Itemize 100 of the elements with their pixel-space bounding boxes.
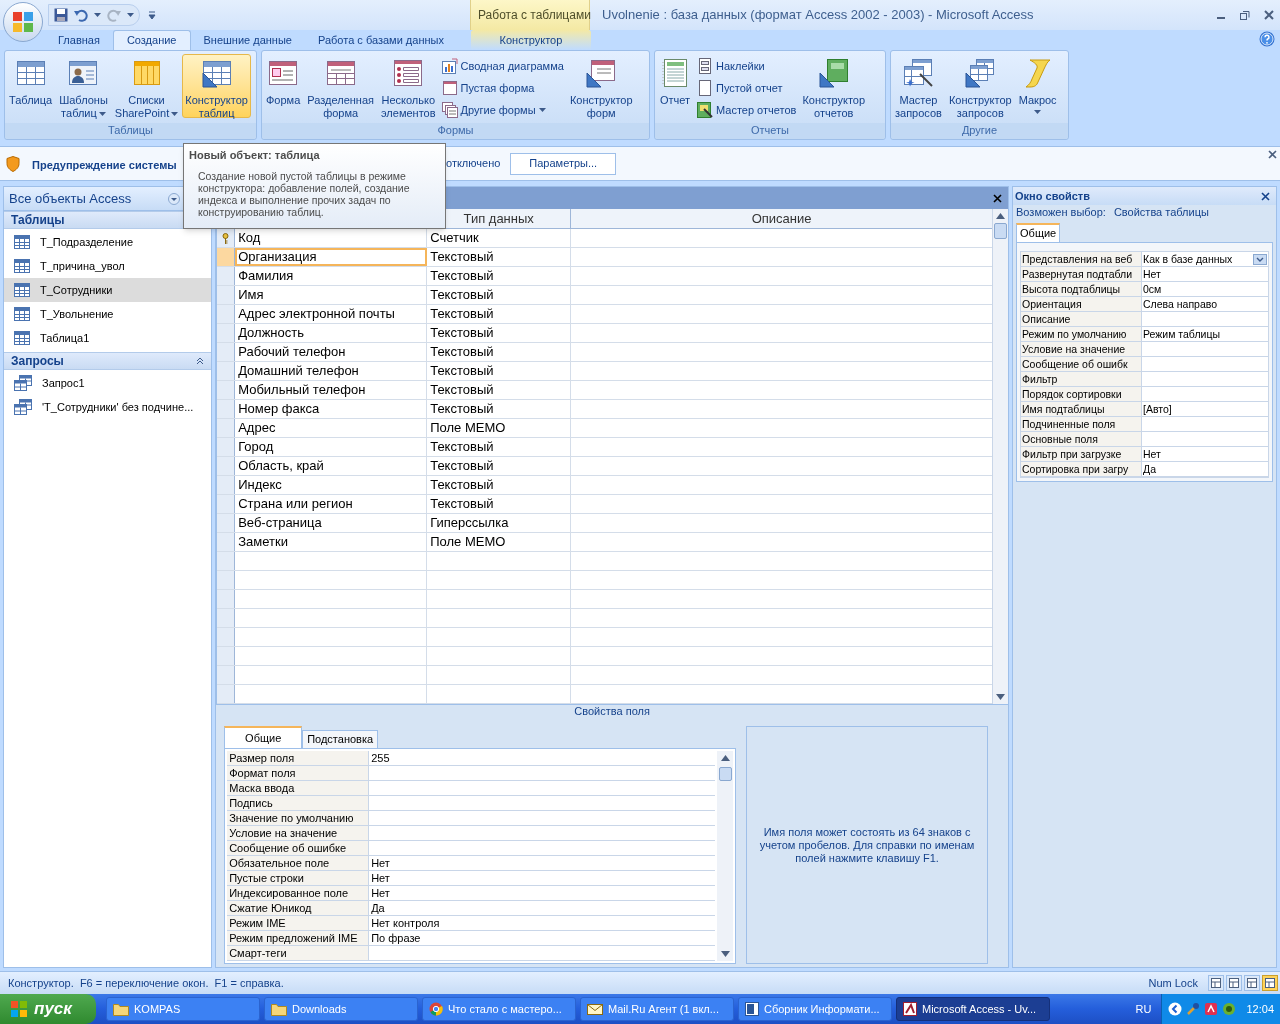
- data-type-cell[interactable]: Гиперссылка: [427, 514, 572, 532]
- nav-item[interactable]: Т_Подразделение: [4, 230, 212, 254]
- data-type-cell[interactable]: Текстовый: [427, 438, 572, 456]
- options-button[interactable]: Параметры...: [510, 152, 617, 175]
- nav-item[interactable]: Т_Сотрудники: [4, 278, 212, 302]
- ribbon-tab[interactable]: Главная: [45, 30, 113, 50]
- field-name-cell[interactable]: Организация: [235, 248, 428, 266]
- property-name: Режим предложений IME: [227, 931, 370, 945]
- property-name: Режим IME: [227, 916, 370, 930]
- field-name-cell[interactable]: Город: [235, 438, 428, 456]
- field-name-cell[interactable]: Должность: [235, 324, 428, 342]
- data-type-cell[interactable]: Текстовый: [427, 324, 572, 342]
- taskbar-button[interactable]: Сборник Информати...: [738, 997, 892, 1021]
- taskbar-button[interactable]: Что стало с мастеро...: [422, 997, 576, 1021]
- warning-status: отключено: [446, 156, 501, 172]
- nav-item[interactable]: Таблица1: [4, 326, 212, 350]
- data-type-cell[interactable]: Текстовый: [427, 286, 572, 304]
- section-header[interactable]: Запросы: [4, 352, 212, 370]
- property-name: Сообщение об ошибк: [1021, 357, 1143, 371]
- data-type-cell[interactable]: Поле MEMO: [427, 533, 572, 551]
- field-name-cell[interactable]: Рабочий телефон: [235, 343, 428, 361]
- tab[interactable]: Подстановка: [302, 730, 379, 748]
- field-name-cell[interactable]: Веб-страница: [235, 514, 428, 532]
- nav-item[interactable]: Т_причина_увол: [4, 254, 212, 278]
- property-value[interactable]: Режим таблицы: [1142, 327, 1268, 341]
- taskbar-button[interactable]: KOMPAS: [106, 997, 260, 1021]
- data-type-cell[interactable]: Текстовый: [427, 305, 572, 323]
- property-value[interactable]: Нет: [369, 856, 716, 870]
- taskbar-button[interactable]: Downloads: [264, 997, 418, 1021]
- taskbar-button[interactable]: Mail.Ru Агент (1 вкл...: [580, 997, 734, 1021]
- field-name-cell[interactable]: Индекс: [235, 476, 428, 494]
- ribbon-button[interactable]: Пустая форма: [441, 79, 564, 97]
- property-value[interactable]: Нет контроля: [369, 916, 716, 930]
- property-value[interactable]: Да: [369, 901, 716, 915]
- property-value[interactable]: Нет: [1142, 267, 1268, 281]
- property-name: Размер поля: [227, 751, 370, 765]
- group-label: Другие: [891, 123, 1068, 139]
- start-button[interactable]: пуск: [0, 994, 96, 1024]
- property-name: Ориентация: [1021, 297, 1143, 311]
- field-name-cell[interactable]: Страна или регион: [235, 495, 428, 513]
- ribbon-button[interactable]: Конструктор отчетов: [799, 54, 869, 118]
- field-name-cell[interactable]: Имя: [235, 286, 428, 304]
- data-type-cell[interactable]: Текстовый: [427, 362, 572, 380]
- ribbon-button[interactable]: Несколько элементов: [378, 54, 439, 118]
- tab[interactable]: Общие: [1016, 223, 1061, 242]
- ribbon-button[interactable]: Отчет: [656, 54, 694, 118]
- property-value[interactable]: Нет: [369, 871, 716, 885]
- data-type-cell[interactable]: Текстовый: [427, 381, 572, 399]
- property-name: Индексированное поле: [227, 886, 370, 900]
- ribbon-tab[interactable]: Работа с базами данных: [304, 30, 457, 50]
- property-value[interactable]: По фразе: [369, 931, 716, 945]
- field-name-cell[interactable]: Заметки: [235, 533, 428, 551]
- field-name-cell[interactable]: Область, край: [235, 457, 428, 475]
- ribbon-button[interactable]: Шаблоны таблиц: [56, 54, 111, 118]
- tab[interactable]: Общие: [224, 726, 303, 748]
- data-type-cell[interactable]: Текстовый: [427, 248, 572, 266]
- ribbon-button[interactable]: Форма: [263, 54, 304, 118]
- property-value[interactable]: Слева направо: [1142, 297, 1268, 311]
- ribbon-button[interactable]: Конструктор форм: [566, 54, 636, 118]
- nav-item[interactable]: Т_Увольнение: [4, 302, 212, 326]
- ribbon-button[interactable]: Пустой отчет: [697, 79, 797, 97]
- property-value[interactable]: [Авто]: [1142, 402, 1268, 416]
- property-value[interactable]: Как в базе данных: [1142, 252, 1268, 266]
- nav-item[interactable]: 'Т_Сотрудники' без подчине...: [4, 395, 212, 419]
- ribbon-button[interactable]: Наклейки: [697, 57, 797, 75]
- ribbon-button[interactable]: Другие формы: [441, 101, 564, 119]
- field-name-cell[interactable]: Адрес: [235, 419, 428, 437]
- property-name: Подчиненные поля: [1021, 417, 1143, 431]
- property-value[interactable]: Нет: [1142, 447, 1268, 461]
- ribbon-tab[interactable]: Внешние данные: [190, 30, 305, 50]
- field-name-cell[interactable]: Номер факса: [235, 400, 428, 418]
- ribbon-button[interactable]: Мастер запросов: [892, 54, 945, 118]
- property-name: Высота подтаблицы: [1021, 282, 1143, 296]
- property-value[interactable]: 255: [369, 751, 716, 765]
- data-type-cell[interactable]: Текстовый: [427, 400, 572, 418]
- ribbon-tab[interactable]: Создание: [112, 30, 191, 50]
- field-name-cell[interactable]: Мобильный телефон: [235, 381, 428, 399]
- data-type-cell[interactable]: Текстовый: [427, 495, 572, 513]
- property-value[interactable]: 0см: [1142, 282, 1268, 296]
- ribbon-button[interactable]: Сводная диаграмма: [441, 57, 564, 75]
- nav-item[interactable]: Запрос1: [4, 371, 212, 395]
- ribbon-button[interactable]: Списки SharePoint: [111, 54, 182, 118]
- field-name-cell[interactable]: Адрес электронной почты: [235, 305, 428, 323]
- data-type-cell[interactable]: Текстовый: [427, 476, 572, 494]
- taskbar-button[interactable]: Microsoft Access - Uv...: [896, 997, 1050, 1021]
- data-type-cell[interactable]: Текстовый: [427, 267, 572, 285]
- ribbon-button[interactable]: Разделенная форма: [304, 54, 377, 118]
- field-name-cell[interactable]: Домашний телефон: [235, 362, 428, 380]
- field-name-cell[interactable]: Фамилия: [235, 267, 428, 285]
- ribbon-button[interactable]: Мастер отчетов: [697, 101, 797, 119]
- property-value[interactable]: Да: [1142, 462, 1268, 476]
- data-type-cell[interactable]: Текстовый: [427, 343, 572, 361]
- property-value[interactable]: Нет: [369, 886, 716, 900]
- ribbon-button[interactable]: Таблица: [6, 54, 56, 118]
- ribbon-button[interactable]: Макрос: [1015, 54, 1060, 118]
- ribbon-button[interactable]: Конструктор таблиц: [182, 54, 251, 118]
- data-type-cell[interactable]: Поле MEMO: [427, 419, 572, 437]
- ribbon-button[interactable]: Конструктор запросов: [945, 54, 1015, 118]
- ribbon-tab[interactable]: Конструктор: [470, 30, 591, 50]
- data-type-cell[interactable]: Текстовый: [427, 457, 572, 475]
